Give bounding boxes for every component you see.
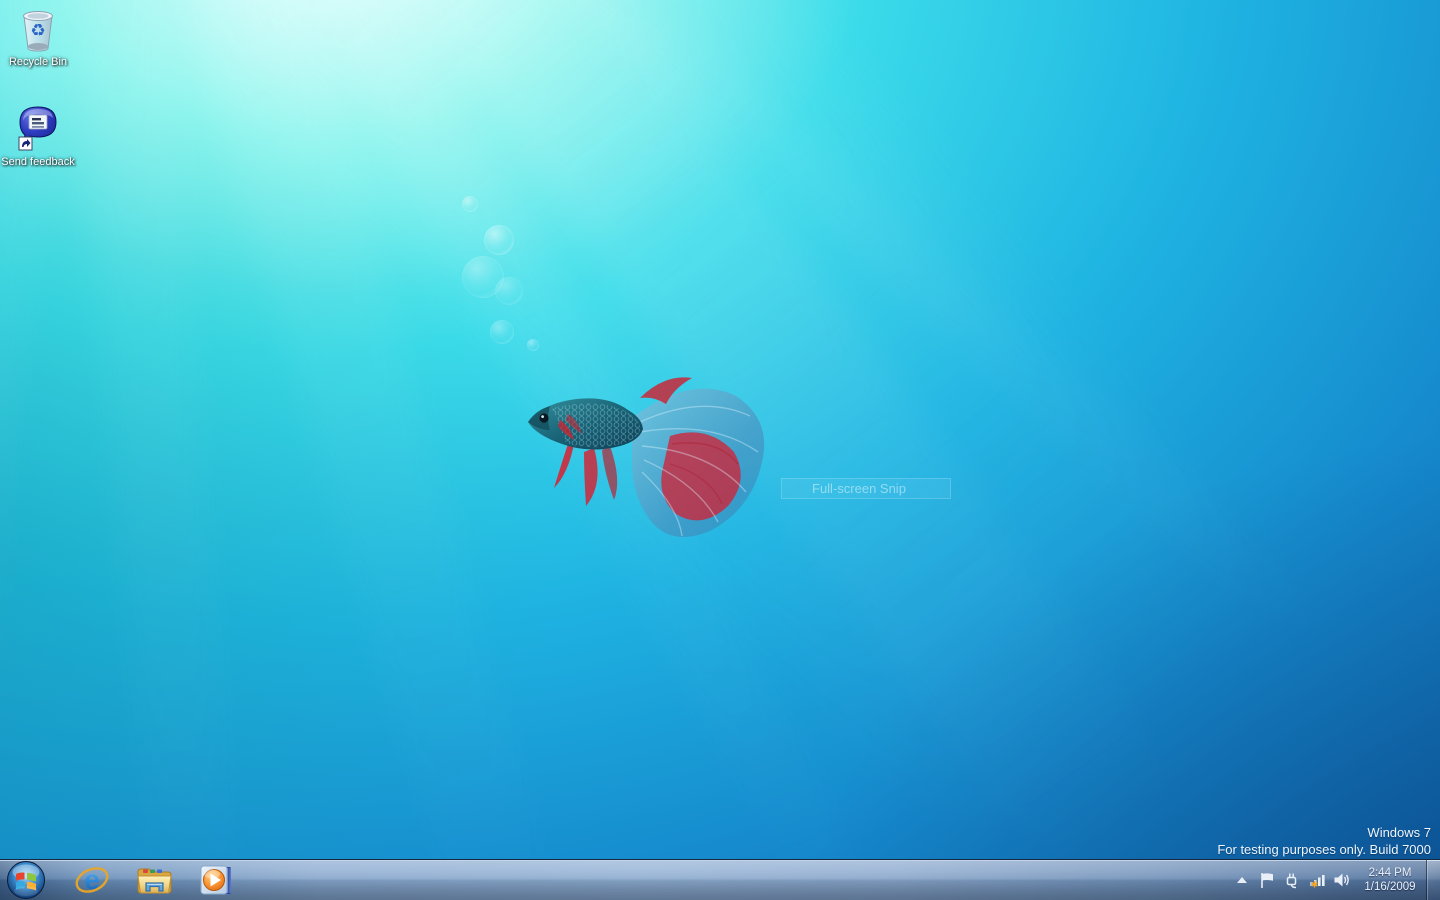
system-tray: ✱ 2:44 PM 1/16/2009: [1229, 860, 1440, 900]
ghost-fullscreen-snip-overlay: Full-screen Snip: [781, 478, 951, 499]
windows-explorer-folder-icon: [137, 868, 172, 894]
action-center-button[interactable]: [1254, 860, 1279, 900]
desktop-icon-send-feedback[interactable]: Send feedback: [0, 104, 76, 169]
watermark-line1: Windows 7: [1367, 825, 1431, 840]
network-status-button[interactable]: ✱: [1304, 860, 1329, 900]
volume-button[interactable]: [1329, 860, 1354, 900]
recycle-bin-icon: ♻: [23, 11, 53, 52]
build-watermark: Windows 7 For testing purposes only. Bui…: [1217, 824, 1431, 858]
desktop-icon-label: Recycle Bin: [8, 56, 68, 68]
bubble: [462, 196, 478, 212]
taskbar: e ✱ 2:44 PM 1/16/2009: [0, 859, 1440, 900]
clock-date: 1/16/2009: [1364, 881, 1416, 893]
desktop-icon-label: Send feedback: [1, 156, 75, 168]
bubble: [495, 277, 523, 305]
show-hidden-icons-button[interactable]: [1229, 860, 1254, 900]
desktop-wallpaper: Full-screen Snip ♻ Recycle Bin Send feed…: [0, 0, 1440, 900]
show-desktop-button[interactable]: [1426, 860, 1440, 900]
svg-text:♻: ♻: [30, 21, 45, 41]
volume-speaker-icon: [1334, 873, 1349, 887]
betta-fish: [528, 377, 765, 538]
bubble: [527, 339, 539, 351]
internet-explorer-icon: e: [75, 864, 109, 895]
taskbar-clock[interactable]: 2:44 PM 1/16/2009: [1354, 866, 1426, 894]
watermark-line2: For testing purposes only. Build 7000: [1217, 842, 1431, 857]
desktop-icon-recycle-bin[interactable]: ♻ Recycle Bin: [0, 6, 76, 69]
chevron-up-icon: [1236, 877, 1247, 883]
svg-text:e: e: [84, 864, 100, 895]
start-button[interactable]: [0, 860, 52, 900]
flag-icon: [1260, 872, 1273, 888]
clock-time: 2:44 PM: [1368, 867, 1412, 879]
windows-media-player-icon: [200, 865, 231, 895]
taskbar-app-windows-media-player[interactable]: [188, 860, 244, 900]
power-plug-icon: [1286, 873, 1297, 888]
svg-text:✱: ✱: [1310, 880, 1318, 889]
taskbar-app-internet-explorer[interactable]: e: [64, 860, 120, 900]
bubble: [484, 225, 514, 255]
send-feedback-icon: [18, 106, 57, 151]
network-no-internet-icon: ✱: [1309, 874, 1325, 889]
start-orb-icon: [7, 861, 45, 899]
bubble: [490, 320, 514, 344]
taskbar-app-windows-explorer[interactable]: [126, 860, 182, 900]
power-status-button[interactable]: [1279, 860, 1304, 900]
